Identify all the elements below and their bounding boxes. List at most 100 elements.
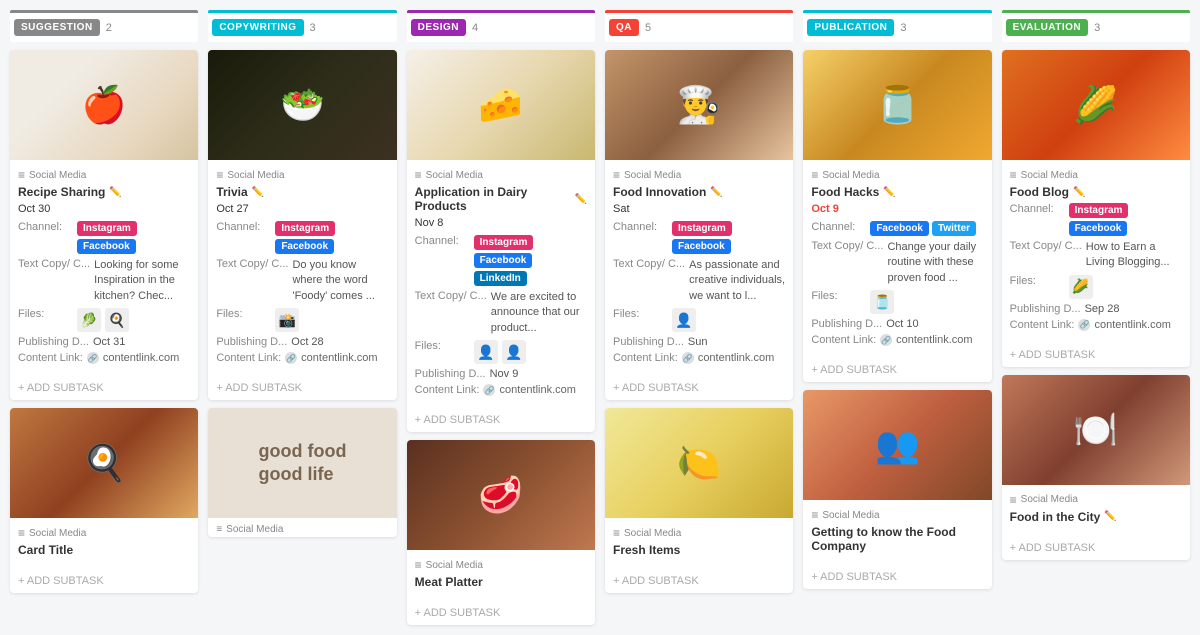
column-suggestion: SUGGESTION 2 🍎Social MediaRecipe Sharing… (10, 10, 198, 625)
column-count-suggestion: 2 (106, 22, 112, 34)
card-image-food-hacks: 🫙 (803, 50, 991, 160)
card-tags: FacebookTwitter (870, 221, 976, 236)
add-subtask-button[interactable]: + ADD SUBTASK (1002, 536, 1190, 560)
add-subtask-button[interactable]: + ADD SUBTASK (605, 376, 793, 400)
link-icon: 🔗 (285, 352, 297, 364)
column-count-publication: 3 (900, 22, 906, 34)
column-label-qa: QA (609, 19, 639, 36)
card-channel-row: Channel:InstagramFacebook (1010, 203, 1182, 236)
card-body-trivia: Social MediaTrivia✏️Oct 27Channel:Instag… (208, 160, 396, 376)
add-subtask-button[interactable]: + ADD SUBTASK (1002, 343, 1190, 367)
tag-facebook: Facebook (1069, 221, 1128, 236)
add-subtask-button[interactable]: + ADD SUBTASK (208, 376, 396, 400)
card-category: Social Media (1010, 168, 1182, 182)
card-tags: InstagramFacebook (1069, 203, 1182, 236)
card-link-row: Content Link: 🔗 contentlink.com (811, 334, 983, 346)
card-image-food-blog: 🌽 (1002, 50, 1190, 160)
card-link-row: Content Link: 🔗 contentlink.com (613, 352, 785, 364)
column-count-qa: 5 (645, 22, 651, 34)
card-channel-row: Channel:FacebookTwitter (811, 221, 983, 236)
card-image-food-in-city: 🍽️ (1002, 375, 1190, 485)
edit-icon[interactable]: ✏️ (710, 187, 722, 198)
add-subtask-button[interactable]: + ADD SUBTASK (803, 565, 991, 589)
card-category: Social Media (415, 558, 587, 572)
file-thumb: 👤 (502, 340, 526, 364)
card-dairy-products: 🧀Social MediaApplication in Dairy Produc… (407, 50, 595, 432)
card-body-food-in-city: Social MediaFood in the City✏️ (1002, 485, 1190, 536)
edit-icon[interactable]: ✏️ (575, 194, 587, 205)
card-pub-row: Publishing D...Oct 28 (216, 336, 388, 348)
card-date: Oct 30 (18, 203, 190, 215)
tag-facebook: Facebook (77, 239, 136, 254)
card-pub-row: Publishing D...Sun (613, 336, 785, 348)
card-files-row: Files:👤👤 (415, 340, 587, 364)
kanban-board: SUGGESTION 2 🍎Social MediaRecipe Sharing… (0, 0, 1200, 635)
add-subtask-button[interactable]: + ADD SUBTASK (605, 569, 793, 593)
edit-icon[interactable]: ✏️ (883, 187, 895, 198)
tag-twitter: Twitter (932, 221, 976, 236)
card-title-card-second-4: Fresh Items (613, 543, 785, 557)
card-text-row: Text Copy/ C...How to Earn a Living Blog… (1010, 240, 1182, 271)
tag-instagram: Instagram (474, 235, 534, 250)
card-files: 👤👤 (474, 340, 526, 364)
card-category: Social Media (18, 168, 190, 182)
card-pub-row: Publishing D...Oct 10 (811, 318, 983, 330)
card-title-food-innovation: Food Innovation✏️ (613, 185, 785, 199)
add-subtask-button[interactable]: + ADD SUBTASK (803, 358, 991, 382)
card-files: 👤 (672, 308, 696, 332)
card-category: Social Media (811, 168, 983, 182)
card-category: Social Media (613, 168, 785, 182)
add-subtask-button[interactable]: + ADD SUBTASK (407, 408, 595, 432)
column-evaluation: EVALUATION 3 🌽Social MediaFood Blog✏️Cha… (1002, 10, 1190, 625)
card-tags: InstagramFacebook (672, 221, 785, 254)
column-label-evaluation: EVALUATION (1006, 19, 1089, 36)
card-card-second-4: 🍋Social MediaFresh Items+ ADD SUBTASK (605, 408, 793, 593)
tag-facebook: Facebook (672, 239, 731, 254)
card-files-row: Files:📸 (216, 308, 388, 332)
card-channel-row: Channel:InstagramFacebook (216, 221, 388, 254)
card-category: ≡Social Media (208, 518, 396, 537)
tag-facebook: Facebook (474, 253, 533, 268)
card-pub-row: Publishing D...Oct 31 (18, 336, 190, 348)
card-title-getting-to-know: Getting to know the Food Company (811, 525, 983, 553)
good-food-image: good foodgood life (208, 408, 396, 518)
column-header-publication: PUBLICATION 3 (803, 10, 991, 42)
column-label-publication: PUBLICATION (807, 19, 894, 36)
card-pub-row: Publishing D...Nov 9 (415, 368, 587, 380)
column-header-qa: QA 5 (605, 10, 793, 42)
card-files-row: Files:🌽 (1010, 275, 1182, 299)
add-subtask-button[interactable]: + ADD SUBTASK (10, 376, 198, 400)
card-body-card-second-1: Social MediaCard Title (10, 518, 198, 569)
edit-icon[interactable]: ✏️ (252, 187, 264, 198)
card-card-second-2: good foodgood life≡Social Media (208, 408, 396, 537)
card-tags: Instagram Facebook (77, 221, 190, 254)
card-food-hacks: 🫙Social MediaFood Hacks✏️Oct 9Channel:Fa… (803, 50, 991, 382)
card-image-food-innovation: 👨‍🍳 (605, 50, 793, 160)
column-copywriting: COPYWRITING 3 🥗Social MediaTrivia✏️Oct 2… (208, 10, 396, 625)
card-image-card-second-1: 🍳 (10, 408, 198, 518)
edit-icon[interactable]: ✏️ (109, 187, 121, 198)
edit-icon[interactable]: ✏️ (1104, 511, 1116, 522)
card-food-innovation: 👨‍🍳Social MediaFood Innovation✏️SatChann… (605, 50, 793, 400)
column-header-evaluation: EVALUATION 3 (1002, 10, 1190, 42)
column-publication: PUBLICATION 3 🫙Social MediaFood Hacks✏️O… (803, 10, 991, 625)
tag-instagram: Instagram (275, 221, 335, 236)
card-files: 🥬🍳 (77, 308, 129, 332)
add-subtask-button[interactable]: + ADD SUBTASK (407, 601, 595, 625)
edit-icon[interactable]: ✏️ (1073, 187, 1085, 198)
tag-instagram: Instagram (77, 221, 137, 236)
card-body-dairy-products: Social MediaApplication in Dairy Product… (407, 160, 595, 408)
card-link-row: Content Link: 🔗 contentlink.com (415, 384, 587, 396)
card-title-recipe-sharing: Recipe Sharing✏️ (18, 185, 190, 199)
file-thumb: 🍳 (105, 308, 129, 332)
file-thumb: 🌽 (1069, 275, 1093, 299)
card-files: 🌽 (1069, 275, 1093, 299)
add-subtask-button[interactable]: + ADD SUBTASK (10, 569, 198, 593)
card-channel-row: Channel:InstagramFacebook (613, 221, 785, 254)
file-thumb: 📸 (275, 308, 299, 332)
tag-facebook: Facebook (275, 239, 334, 254)
card-tags: InstagramFacebookLinkedIn (474, 235, 587, 286)
card-category: Social Media (1010, 493, 1182, 507)
column-label-copywriting: COPYWRITING (212, 19, 303, 36)
card-trivia: 🥗Social MediaTrivia✏️Oct 27Channel:Insta… (208, 50, 396, 400)
